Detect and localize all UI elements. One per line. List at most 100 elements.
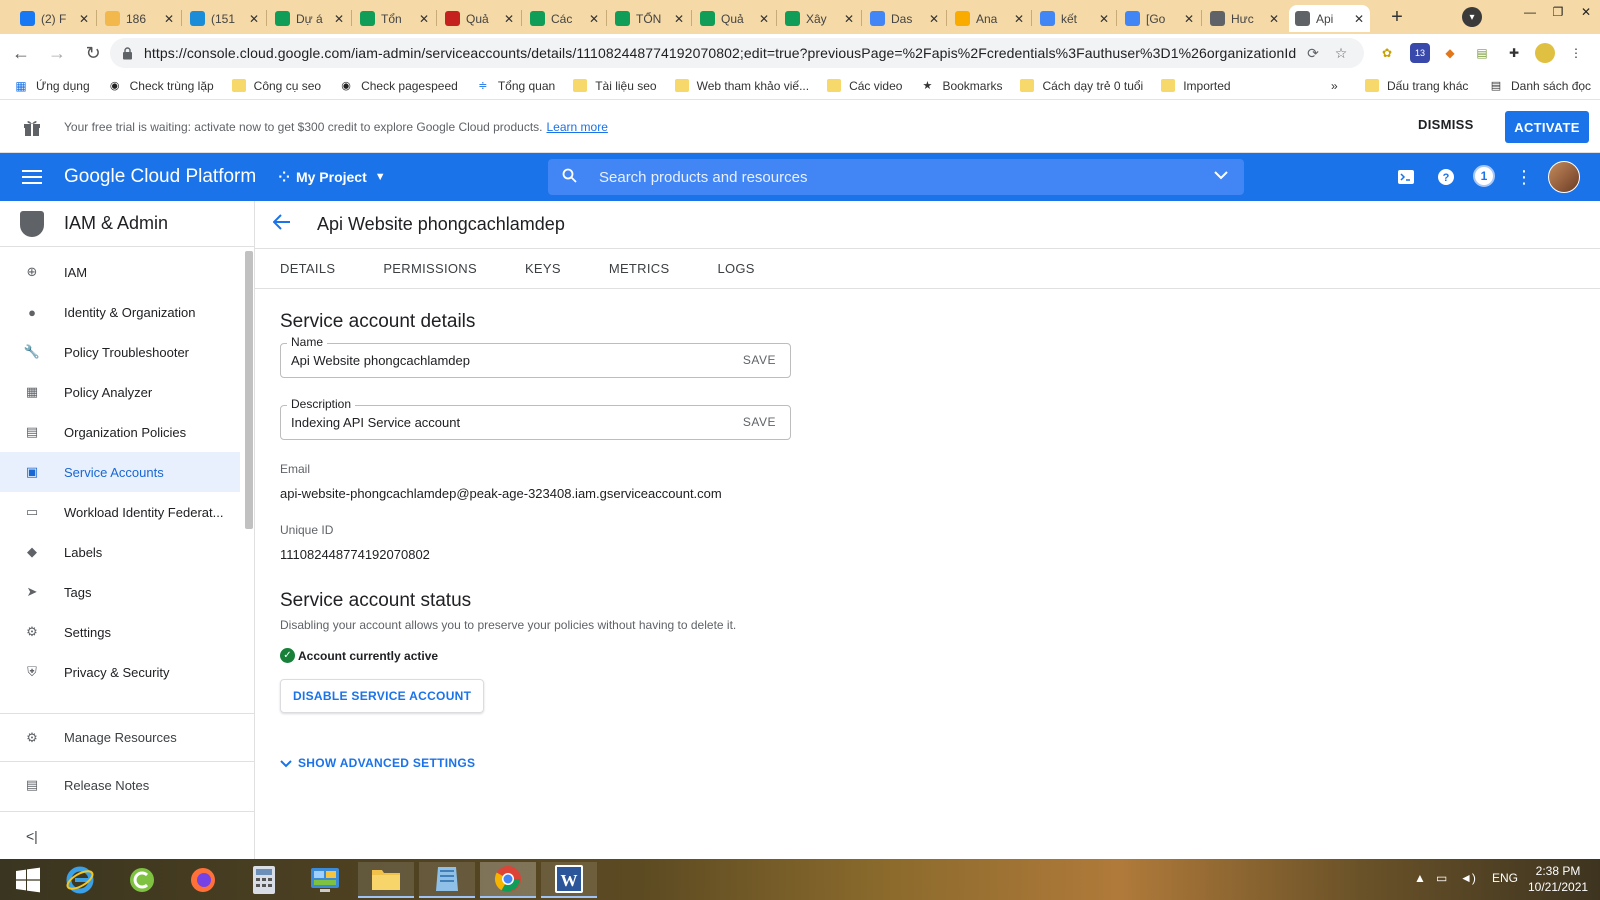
control-panel-icon[interactable] [297,862,353,898]
calculator-icon[interactable] [236,862,292,898]
browser-tab[interactable]: 186 ✕ [99,5,180,32]
bookmark-item[interactable]: ◉ Check trùng lặp [99,79,223,93]
close-tab-icon[interactable]: ✕ [1014,12,1024,26]
close-tab-icon[interactable]: ✕ [1184,12,1194,26]
close-tab-icon[interactable]: ✕ [334,12,344,26]
browser-tab[interactable]: Xây ✕ [779,5,860,32]
word-icon[interactable]: W [541,862,597,898]
name-field[interactable]: Name Api Website phongcachlamdep SAVE [280,335,791,378]
reading-list[interactable]: ▤ Danh sách đọc [1480,79,1600,93]
gcp-logo[interactable]: Google Cloud Platform [64,166,256,188]
sidebar-item[interactable]: ▭ Workload Identity Federat... [0,492,240,532]
browser-tab[interactable]: TỔN ✕ [609,5,690,32]
back-arrow-icon[interactable]: ← [6,38,36,68]
project-selector[interactable]: ⁘ My Project ▼ [278,169,385,186]
firefox-icon[interactable] [175,862,231,898]
close-tab-icon[interactable]: ✕ [419,12,429,26]
browser-tab[interactable]: Ana ✕ [949,5,1030,32]
close-tab-icon[interactable]: ✕ [79,12,89,26]
browser-tab[interactable]: Tổn ✕ [354,5,435,32]
close-tab-icon[interactable]: ✕ [589,12,599,26]
tab-permissions[interactable]: PERMISSIONS [359,261,501,276]
sidebar-item[interactable]: ⛨ Privacy & Security [0,652,240,692]
close-window-icon[interactable]: ✕ [1572,2,1600,22]
bookmark-item[interactable]: Cách dạy trẻ 0 tuổi [1011,79,1152,93]
tab-details[interactable]: DETAILS [255,261,359,276]
minimize-icon[interactable]: — [1516,2,1544,22]
volume-icon[interactable]: ◄) [1460,871,1476,885]
dismiss-button[interactable]: DISMISS [1418,117,1474,132]
browser-tab[interactable]: (2) F ✕ [14,5,95,32]
browser-tab[interactable]: Các ✕ [524,5,605,32]
bookmark-item[interactable]: Web tham khảo viế... [666,79,819,93]
ccleaner-icon[interactable] [114,862,170,898]
browser-tab[interactable]: Dự á ✕ [269,5,350,32]
sidebar-item[interactable]: ● Identity & Organization [0,292,240,332]
sidebar-item[interactable]: 🔧 Policy Troubleshooter [0,332,240,372]
close-tab-icon[interactable]: ✕ [844,12,854,26]
bookmark-item[interactable]: ◉ Check pagespeed [330,79,467,93]
hamburger-menu-icon[interactable] [22,170,42,184]
tab-metrics[interactable]: METRICS [585,261,694,276]
sidebar-item[interactable]: ➤ Tags [0,572,240,612]
network-icon[interactable]: ▭ [1436,871,1447,885]
browser-tab[interactable]: Hưc ✕ [1204,5,1285,32]
file-explorer-icon[interactable] [358,862,414,898]
close-tab-icon[interactable]: ✕ [759,12,769,26]
notepad-icon[interactable] [419,862,475,898]
close-tab-icon[interactable]: ✕ [1099,12,1109,26]
bookmark-item[interactable]: ≑ Tổng quan [467,79,564,93]
show-advanced-settings-button[interactable]: SHOW ADVANCED SETTINGS [280,755,1180,771]
bookmark-item[interactable]: Tài liệu seo [564,79,665,93]
nav-manage-resources[interactable]: ⚙ Manage Resources [0,714,254,761]
sidebar-item[interactable]: ◆ Labels [0,532,240,572]
forward-arrow-icon[interactable]: → [42,38,72,68]
description-field[interactable]: Description Indexing API Service account… [280,397,791,440]
bookmarks-overflow[interactable]: » [1322,79,1347,93]
extension-badge-icon[interactable]: 13 [1410,43,1430,63]
maximize-icon[interactable]: ❐ [1544,2,1572,22]
profile-menu-icon[interactable]: ▾ [1462,7,1482,27]
sidebar-item[interactable]: ⚙ Settings [0,612,240,652]
sidebar-item[interactable]: ⊕ IAM [0,252,240,292]
browser-tab[interactable]: [Go ✕ [1119,5,1200,32]
close-tab-icon[interactable]: ✕ [164,12,174,26]
user-avatar[interactable] [1548,161,1580,193]
tab-logs[interactable]: LOGS [693,261,778,276]
search-bar[interactable]: Search products and resources [548,159,1244,195]
browser-tab[interactable]: kết ✕ [1034,5,1115,32]
more-vert-icon[interactable]: ⋮ [1512,165,1536,189]
new-tab-button[interactable]: + [1385,5,1409,29]
bookmark-other[interactable]: Dấu trang khác [1356,79,1477,93]
tab-keys[interactable]: KEYS [501,261,585,276]
translate-icon[interactable]: ⟳ [1302,45,1324,62]
browser-tab[interactable]: Quả ✕ [439,5,520,32]
description-save-button[interactable]: SAVE [743,415,776,429]
browser-tab[interactable]: (151 ✕ [184,5,265,32]
back-arrow-icon[interactable] [272,213,297,236]
help-icon[interactable]: ? [1434,165,1458,189]
disable-service-account-button[interactable]: DISABLE SERVICE ACCOUNT [280,679,485,713]
browser-tab[interactable]: Api ✕ [1289,5,1370,32]
chrome-taskbar-icon[interactable] [480,862,536,898]
collapse-nav-button[interactable]: <| [0,811,254,859]
name-value[interactable]: Api Website phongcachlamdep [291,353,470,368]
internet-explorer-icon[interactable] [52,862,108,898]
tray-overflow-icon[interactable]: ▲ [1414,871,1426,885]
bookmark-item[interactable]: Công cụ seo [223,79,330,93]
profile-avatar-icon[interactable] [1535,43,1555,63]
browser-tab[interactable]: Quả ✕ [694,5,775,32]
bookmark-apps[interactable]: ▦ Ứng dụng [0,79,99,93]
language-indicator[interactable]: ENG [1492,871,1518,885]
activate-button[interactable]: ACTIVATE [1505,111,1589,143]
close-tab-icon[interactable]: ✕ [504,12,514,26]
chevron-down-icon[interactable] [1214,167,1228,183]
sidebar-item[interactable]: ▣ Service Accounts [0,452,240,492]
sidebar-item[interactable]: ▦ Policy Analyzer [0,372,240,412]
bookmark-star-icon[interactable]: ☆ [1330,45,1352,62]
sidebar-item[interactable]: ▤ Organization Policies [0,412,240,452]
browser-tab[interactable]: Das ✕ [864,5,945,32]
nav-release-notes[interactable]: ▤ Release Notes [0,761,254,808]
description-value[interactable]: Indexing API Service account [291,415,460,430]
reload-icon[interactable]: ↻ [78,38,108,68]
